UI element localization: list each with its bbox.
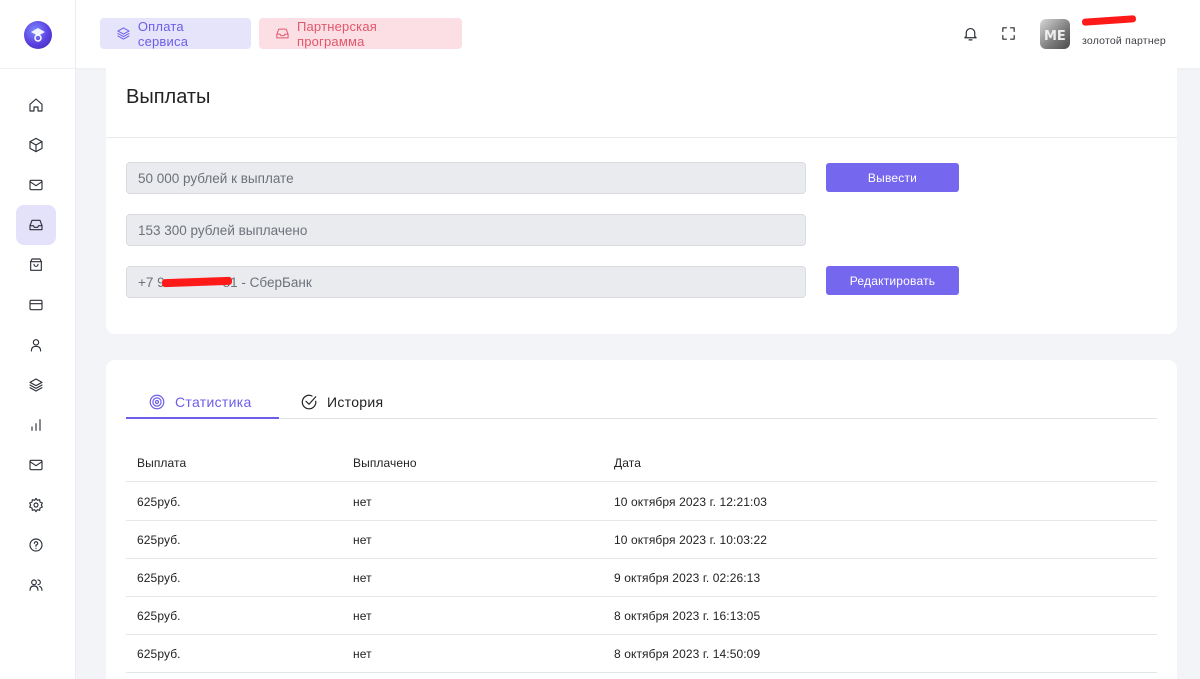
cell-payout: 625руб. [137, 609, 181, 623]
table-row: 625руб. нет 9 октября 2023 г. 02:26:13 [126, 559, 1157, 597]
fullscreen-icon [1001, 26, 1015, 40]
cell-paid: нет [353, 495, 372, 509]
layers-icon [117, 27, 130, 40]
tab-history[interactable]: История [300, 386, 383, 418]
sidebar-item-messages[interactable] [16, 445, 56, 485]
withdraw-button[interactable]: Вывести [826, 163, 959, 192]
user-icon [30, 339, 42, 352]
help-icon [29, 538, 43, 552]
sidebar-item-stats[interactable] [16, 405, 56, 445]
table-row: 625руб. нет 8 октября 2023 г. 16:13:05 [126, 597, 1157, 635]
sidebar-item-layers[interactable] [16, 365, 56, 405]
redaction-mark [1081, 15, 1137, 26]
layers-icon [29, 378, 43, 392]
sidebar-divider [0, 68, 76, 69]
notifications-button[interactable] [960, 23, 980, 43]
inbox-icon [29, 219, 43, 231]
cell-paid: нет [353, 647, 372, 661]
sidebar-item-box[interactable] [16, 125, 56, 165]
fullscreen-button[interactable] [998, 23, 1018, 43]
sidebar-item-users[interactable] [16, 565, 56, 605]
card-icon [29, 299, 43, 311]
cell-payout: 625руб. [137, 533, 181, 547]
logo-icon[interactable] [24, 21, 52, 49]
amount-to-pay-field: 50 000 рублей к выплате [126, 162, 806, 194]
user-name-redacted [1081, 14, 1162, 28]
tab-statistics-label: Статистика [175, 394, 252, 410]
sidebar-item-card[interactable] [16, 285, 56, 325]
table-header: Выплата Выплачено Дата [126, 442, 1157, 482]
payouts-card: Выплаты 50 000 рублей к выплате Вывести … [106, 58, 1177, 334]
service-payment-button[interactable]: Оплата сервиса [100, 18, 251, 49]
home-icon [29, 98, 43, 112]
settings-icon [29, 497, 43, 513]
cell-paid: нет [353, 571, 372, 585]
sidebar-item-home[interactable] [16, 85, 56, 125]
card-divider [106, 137, 1177, 138]
stats-card: Статистика История Выплата Выплачено Дат… [106, 360, 1177, 679]
table-row: 625руб. нет 10 октября 2023 г. 12:21:03 [126, 483, 1157, 521]
cell-payout: 625руб. [137, 571, 181, 585]
sidebar-item-inbox[interactable] [16, 205, 56, 245]
payout-details-field: +7 9 81 - СберБанк [126, 266, 806, 298]
avatar[interactable]: ME [1040, 19, 1070, 49]
mail-icon [29, 459, 43, 471]
bag-icon [30, 258, 42, 271]
cell-date: 10 октября 2023 г. 12:21:03 [614, 495, 767, 509]
bell-icon [963, 27, 977, 40]
box-icon [29, 137, 43, 153]
sidebar-item-user[interactable] [16, 325, 56, 365]
cell-date: 8 октября 2023 г. 16:13:05 [614, 609, 761, 623]
service-payment-label: Оплата сервиса [137, 18, 189, 49]
partner-program-button[interactable]: Партнерская программа [259, 18, 462, 49]
column-header-paid: Выплачено [353, 456, 417, 470]
amount-paid-field: 153 300 рублей выплачено [126, 214, 806, 246]
users-icon [29, 579, 43, 591]
cell-date: 9 октября 2023 г. 02:26:13 [614, 571, 761, 585]
cell-payout: 625руб. [137, 495, 181, 509]
edit-button[interactable]: Редактировать [826, 266, 959, 295]
sidebar-item-bag[interactable] [16, 245, 56, 285]
tabs-divider [126, 418, 1157, 419]
cell-paid: нет [353, 609, 372, 623]
tab-statistics[interactable]: Статистика [148, 386, 252, 418]
tab-history-label: История [327, 394, 384, 410]
redaction-mark [161, 276, 233, 288]
table-row: 625руб. нет 10 октября 2023 г. 10:03:22 [126, 521, 1157, 559]
phone-suffix-bank: 81 - СберБанк [222, 274, 312, 290]
mail-icon [29, 179, 43, 191]
page-title: Выплаты [126, 86, 211, 108]
cell-paid: нет [353, 533, 372, 547]
target-icon [149, 394, 165, 410]
sidebar-item-settings[interactable] [16, 485, 56, 525]
partner-program-label: Партнерская программа [296, 18, 378, 49]
column-header-payout: Выплата [137, 456, 187, 470]
sidebar-item-help[interactable] [16, 525, 56, 565]
sidebar [0, 0, 76, 679]
phone-prefix: +7 9 [138, 274, 165, 290]
cell-date: 8 октября 2023 г. 14:50:09 [614, 647, 761, 661]
amount-paid-value: 153 300 рублей выплачено [138, 222, 308, 238]
bar-chart-icon [31, 419, 41, 431]
active-tab-indicator [126, 417, 279, 419]
sidebar-item-mail[interactable] [16, 165, 56, 205]
inbox-icon [276, 28, 289, 39]
amount-to-pay-value: 50 000 рублей к выплате [138, 170, 294, 186]
user-role: золотой партнер [1082, 35, 1166, 47]
check-circle-icon [301, 394, 317, 410]
column-header-date: Дата [614, 456, 641, 470]
cell-payout: 625руб. [137, 647, 181, 661]
cell-date: 10 октября 2023 г. 10:03:22 [614, 533, 767, 547]
table-row: 625руб. нет 8 октября 2023 г. 14:50:09 [126, 635, 1157, 673]
